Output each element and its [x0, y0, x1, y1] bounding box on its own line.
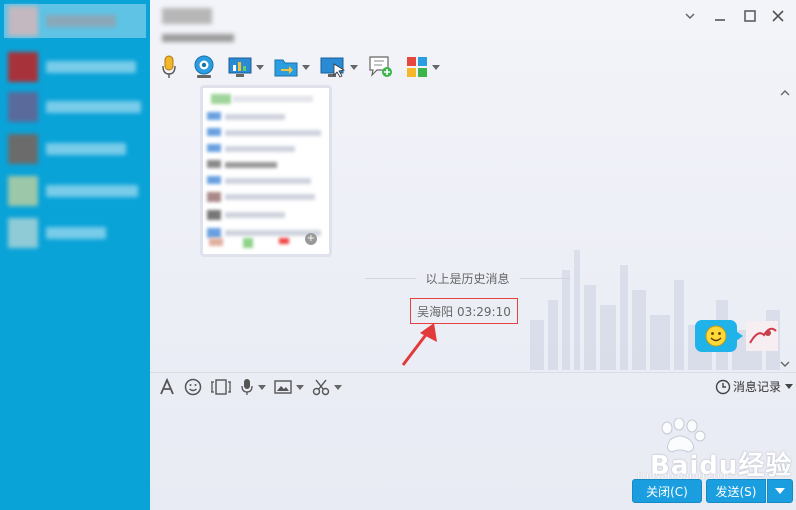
contact-item[interactable] [4, 50, 146, 84]
chevron-down-icon[interactable] [256, 64, 264, 70]
contact-item[interactable] [4, 90, 146, 124]
font-icon[interactable] [158, 378, 176, 396]
contact-name [46, 101, 141, 113]
chevron-down-icon[interactable] [785, 384, 794, 389]
contact-name [46, 15, 116, 27]
sender-timestamp-text: 吴海阳 03:29:10 [417, 304, 511, 319]
avatar [8, 176, 38, 206]
clock-icon [715, 379, 731, 394]
contact-item[interactable] [4, 132, 146, 166]
minimize-icon[interactable] [710, 6, 730, 26]
close-icon[interactable] [768, 6, 788, 26]
close-button-label: 关闭(C) [646, 484, 688, 499]
file-transfer-icon[interactable] [274, 53, 310, 81]
annotation-arrow [401, 323, 437, 366]
contact-name [46, 185, 138, 197]
input-divider [150, 372, 796, 373]
message-history-label: 消息记录 [733, 380, 782, 394]
menu-dropdown-icon[interactable] [680, 6, 700, 26]
send-options-dropdown[interactable] [767, 479, 793, 503]
voice-message-icon[interactable] [240, 378, 266, 396]
remote-desktop-icon[interactable] [320, 53, 358, 81]
image-icon[interactable] [274, 379, 304, 395]
contact-name [46, 143, 126, 155]
scissors-icon[interactable] [312, 378, 342, 396]
avatar [8, 92, 38, 122]
smiley-emoji-icon [705, 325, 727, 347]
chevron-down-icon[interactable] [350, 64, 358, 70]
screenshot-frame-icon[interactable] [210, 378, 232, 396]
history-divider-label: 以上是历史消息 [425, 271, 510, 286]
chat-toolbar [160, 52, 450, 82]
message-history-button[interactable]: 消息记录 [715, 378, 794, 395]
chevron-down-icon[interactable] [258, 384, 266, 390]
send-button-label: 发送(S) [715, 484, 757, 499]
avatar [8, 218, 38, 248]
avatar [8, 6, 38, 36]
history-divider: 以上是历史消息 [355, 271, 580, 286]
chevron-down-icon [775, 488, 785, 494]
microphone-icon[interactable] [160, 53, 178, 81]
close-button[interactable]: 关闭(C) [632, 479, 702, 503]
screen-share-icon[interactable] [228, 53, 264, 81]
chevron-down-icon[interactable] [334, 384, 342, 390]
message-bubble[interactable] [695, 320, 743, 352]
blurred-image-message[interactable]: + [200, 85, 332, 257]
avatar[interactable] [746, 321, 778, 351]
avatar [8, 134, 38, 164]
contact-item[interactable] [4, 4, 146, 38]
add-icon: + [305, 233, 317, 245]
add-message-icon[interactable] [368, 53, 394, 81]
chevron-down-icon[interactable] [296, 384, 304, 390]
video-camera-icon[interactable] [192, 53, 216, 81]
emoji-icon[interactable] [184, 378, 202, 396]
apps-grid-icon[interactable] [406, 53, 440, 81]
chevron-down-icon[interactable] [302, 64, 310, 70]
contact-sidebar [0, 0, 150, 510]
chat-partner-status [162, 34, 234, 42]
message-area: + 以上是历史消息 吴海阳 03:29:10 [150, 85, 796, 370]
scroll-up-icon[interactable] [779, 88, 791, 98]
scroll-down-icon[interactable] [779, 359, 791, 369]
contact-name [46, 227, 106, 239]
contact-name [46, 61, 136, 73]
chat-partner-name [162, 8, 212, 24]
contact-item[interactable] [4, 174, 146, 208]
contact-item[interactable] [4, 216, 146, 250]
chevron-down-icon[interactable] [432, 64, 440, 70]
send-button[interactable]: 发送(S) [706, 479, 766, 503]
maximize-icon[interactable] [740, 6, 760, 26]
input-toolbar [158, 375, 350, 399]
avatar [8, 52, 38, 82]
